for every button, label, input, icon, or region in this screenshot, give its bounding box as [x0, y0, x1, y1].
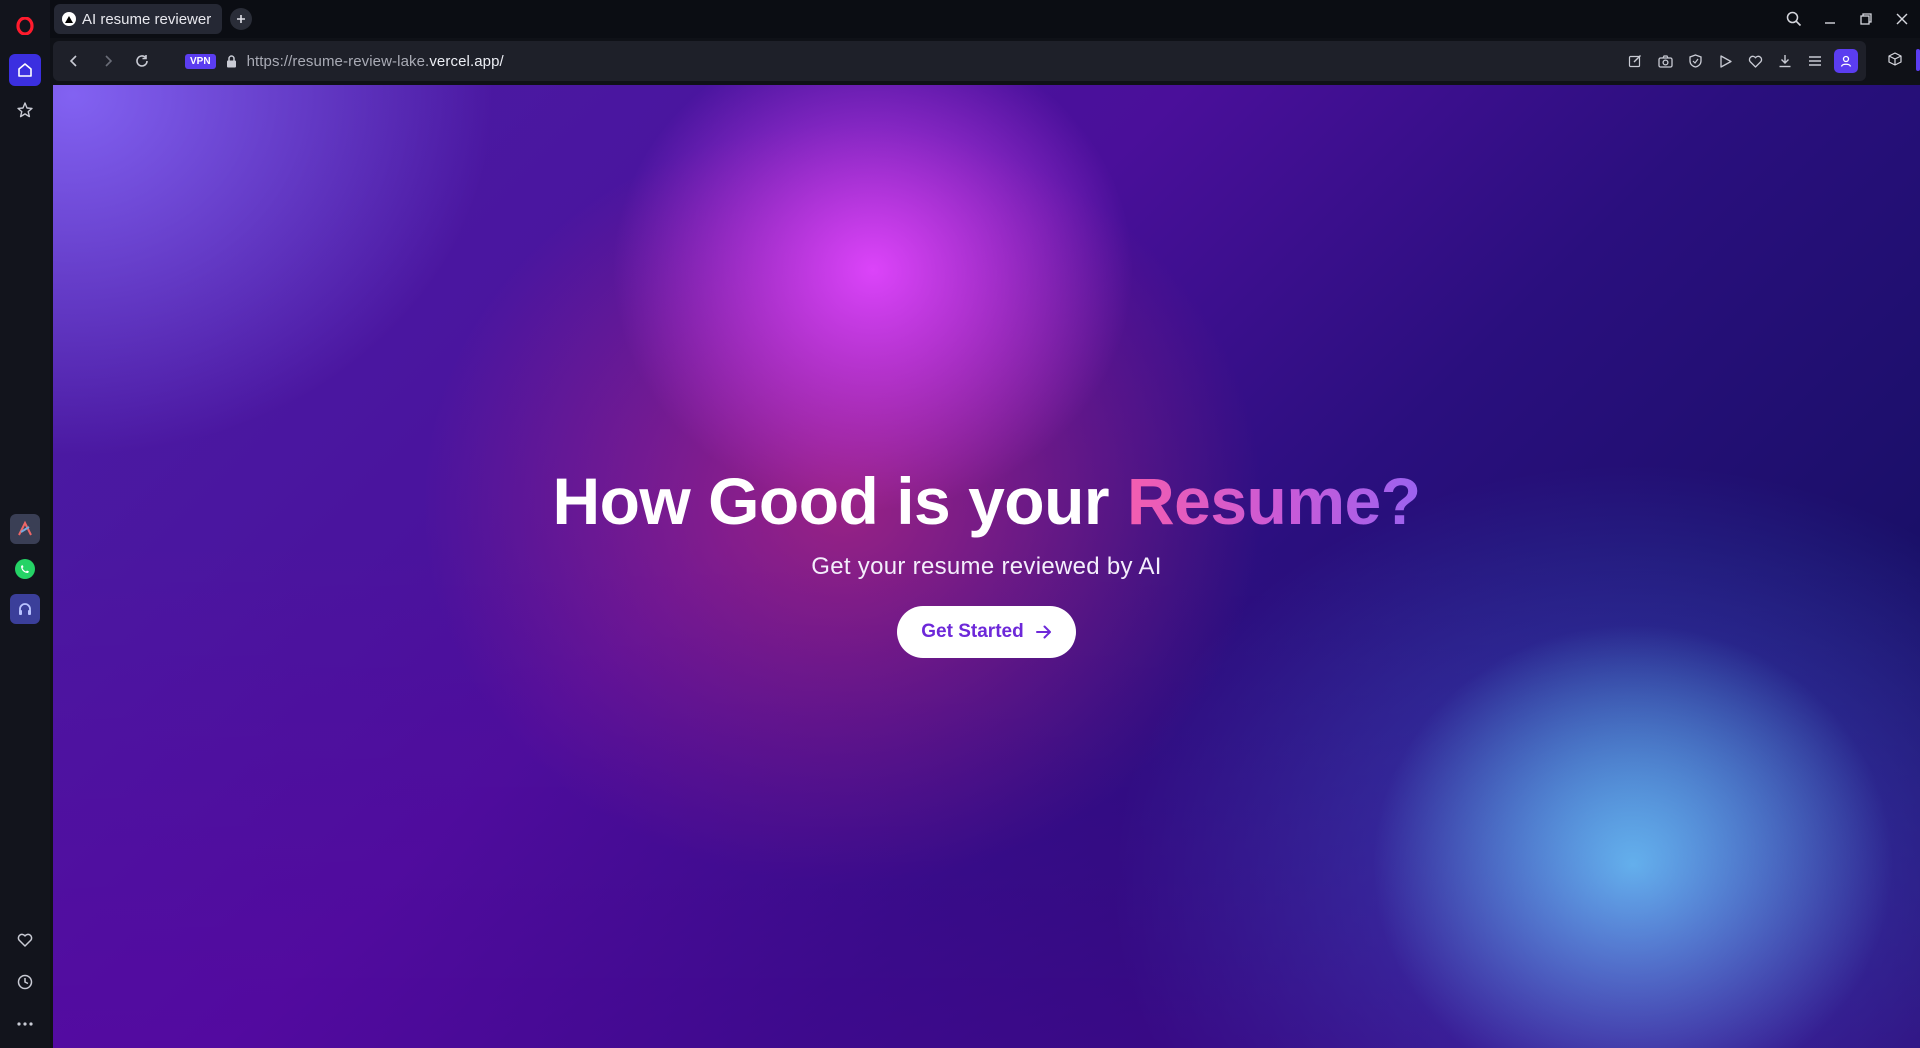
star-icon[interactable]	[9, 94, 41, 126]
page-viewport: How Good is your Resume? Get your resume…	[53, 85, 1920, 1048]
whatsapp-icon[interactable]	[10, 554, 40, 584]
new-tab-button[interactable]	[230, 8, 252, 30]
extensions-cube-icon[interactable]	[1888, 51, 1902, 71]
reload-button[interactable]	[125, 44, 159, 78]
music-icon[interactable]	[10, 594, 40, 624]
home-icon[interactable]	[9, 54, 41, 86]
easy-setup-icon[interactable]	[1800, 46, 1830, 76]
hero-section: How Good is your Resume? Get your resume…	[53, 85, 1920, 1048]
camera-icon[interactable]	[1650, 46, 1680, 76]
headline-accent: Resume?	[1126, 464, 1421, 538]
profile-icon[interactable]	[1834, 49, 1858, 73]
page-headline: How Good is your Resume?	[552, 463, 1421, 539]
url-prefix: https://resume-review-lake.	[246, 52, 430, 70]
headline-main: How Good is your	[552, 464, 1127, 538]
browser-sidebar	[0, 0, 50, 1048]
download-icon[interactable]	[1770, 46, 1800, 76]
search-icon[interactable]	[1776, 0, 1812, 38]
edit-icon[interactable]	[1620, 46, 1650, 76]
send-icon[interactable]	[1710, 46, 1740, 76]
lock-icon[interactable]	[226, 54, 237, 68]
arrow-right-icon	[1035, 625, 1052, 639]
sidebar-accent-bar	[1916, 49, 1920, 71]
bookmark-heart-icon[interactable]	[1740, 46, 1770, 76]
url-field[interactable]: https://resume-review-lake.vercel.app/	[247, 53, 504, 70]
vercel-favicon-icon	[62, 12, 76, 26]
aria-icon[interactable]	[10, 514, 40, 544]
forward-button[interactable]	[91, 44, 125, 78]
tab-title: AI resume reviewer	[82, 10, 212, 28]
close-window-button[interactable]	[1884, 0, 1920, 38]
window-controls	[1776, 0, 1920, 38]
address-bar-tools	[1620, 41, 1858, 81]
back-button[interactable]	[57, 44, 91, 78]
page-subtitle: Get your resume reviewed by AI	[811, 553, 1162, 580]
history-icon[interactable]	[9, 966, 41, 998]
address-bar: VPN https://resume-review-lake.vercel.ap…	[53, 41, 1866, 81]
opera-logo-icon[interactable]	[9, 10, 41, 42]
vpn-badge[interactable]: VPN	[185, 53, 216, 69]
more-icon[interactable]	[9, 1008, 41, 1040]
restore-button[interactable]	[1848, 0, 1884, 38]
get-started-label: Get Started	[921, 621, 1024, 642]
tab-bar: AI resume reviewer	[50, 0, 1920, 38]
minimize-button[interactable]	[1812, 0, 1848, 38]
tab-active[interactable]: AI resume reviewer	[54, 4, 222, 34]
url-host: vercel.app/	[429, 52, 504, 70]
extensions-area	[1870, 41, 1920, 81]
heart-icon[interactable]	[9, 924, 41, 956]
shield-icon[interactable]	[1680, 46, 1710, 76]
get-started-button[interactable]: Get Started	[897, 606, 1076, 658]
